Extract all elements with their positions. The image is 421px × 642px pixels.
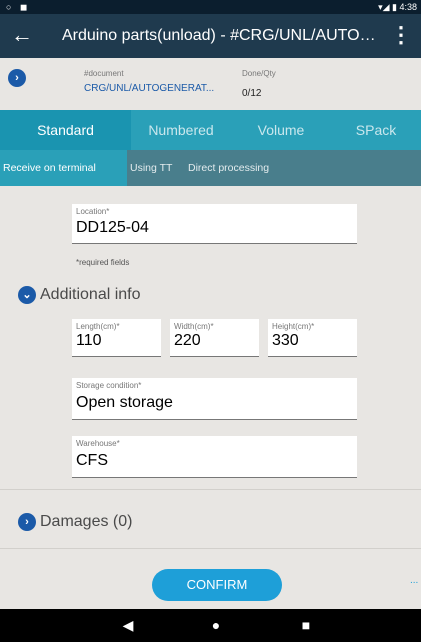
tab-standard[interactable]: Standard [0, 110, 131, 150]
damages-title: Damages (0) [40, 513, 133, 531]
location-label: Location* [76, 207, 110, 216]
confirm-button[interactable]: CONFIRM [152, 569, 282, 601]
tab-volume[interactable]: Volume [231, 110, 331, 150]
location-field[interactable]: Location* DD125-04 [72, 204, 357, 244]
collapse-additional-info-icon[interactable]: ⌄ [18, 286, 36, 304]
subtab-using-tt[interactable]: Using TT [127, 150, 185, 186]
more-options-icon[interactable]: ⋮ [389, 22, 413, 50]
tab-spack[interactable]: SPack [331, 110, 421, 150]
width-label: Width(cm)* [174, 322, 214, 331]
nav-home-icon[interactable]: ● [206, 616, 226, 634]
storage-condition-label: Storage condition* [76, 381, 142, 390]
width-value[interactable]: 220 [174, 332, 201, 350]
storage-condition-field[interactable]: Storage condition* Open storage [72, 378, 357, 420]
length-field[interactable]: Length(cm)* 110 [72, 319, 161, 357]
storage-condition-value[interactable]: Open storage [76, 394, 173, 412]
nav-back-icon[interactable]: ◀ [118, 616, 138, 634]
length-label: Length(cm)* [76, 322, 120, 331]
document-label: #document [84, 69, 124, 78]
width-field[interactable]: Width(cm)* 220 [170, 319, 259, 357]
more-actions-icon[interactable]: ... [410, 575, 418, 586]
status-left-icons: ○ ◼ [6, 2, 31, 12]
process-subtabs: Receive on terminal Using TT Direct proc… [0, 150, 421, 186]
height-value[interactable]: 330 [272, 332, 299, 350]
back-arrow-icon[interactable]: ← [8, 22, 36, 50]
document-info-row: › #document CRG/UNL/AUTOGENERAT... Done/… [0, 58, 421, 110]
tab-numbered[interactable]: Numbered [131, 110, 231, 150]
divider [0, 489, 421, 490]
done-qty-label: Done/Qty [242, 69, 276, 78]
system-nav-bar: ◀ ● ■ [0, 609, 421, 642]
subtab-direct-processing[interactable]: Direct processing [185, 150, 285, 186]
height-field[interactable]: Height(cm)* 330 [268, 319, 357, 357]
document-value[interactable]: CRG/UNL/AUTOGENERAT... [84, 83, 214, 94]
additional-info-header[interactable]: ⌄ Additional info [18, 286, 141, 304]
expand-damages-icon[interactable]: › [18, 513, 36, 531]
location-value[interactable]: DD125-04 [76, 219, 149, 237]
additional-info-title: Additional info [40, 286, 141, 304]
subtab-receive-on-terminal[interactable]: Receive on terminal [0, 150, 127, 186]
height-label: Height(cm)* [272, 322, 315, 331]
status-right-info: ▾◢ ▮ 4:38 [378, 2, 417, 12]
action-bar: CONFIRM ... [0, 565, 421, 609]
damages-header[interactable]: › Damages (0) [18, 513, 132, 531]
warehouse-field[interactable]: Warehouse* CFS [72, 436, 357, 478]
page-title: Arduino parts(unload) - #CRG/UNL/AUTOGEN… [62, 27, 382, 44]
nav-recents-icon[interactable]: ■ [296, 616, 316, 634]
length-value[interactable]: 110 [76, 332, 102, 350]
divider [0, 548, 421, 549]
status-bar: ○ ◼ ▾◢ ▮ 4:38 [0, 0, 421, 14]
warehouse-value[interactable]: CFS [76, 452, 108, 470]
warehouse-label: Warehouse* [76, 439, 120, 448]
app-bar: ← Arduino parts(unload) - #CRG/UNL/AUTOG… [0, 14, 421, 58]
done-qty-value: 0/12 [242, 88, 262, 99]
required-fields-note: *required fields [76, 258, 130, 267]
expand-document-icon[interactable]: › [8, 69, 26, 87]
receive-mode-tabs: Standard Numbered Volume SPack [0, 110, 421, 150]
